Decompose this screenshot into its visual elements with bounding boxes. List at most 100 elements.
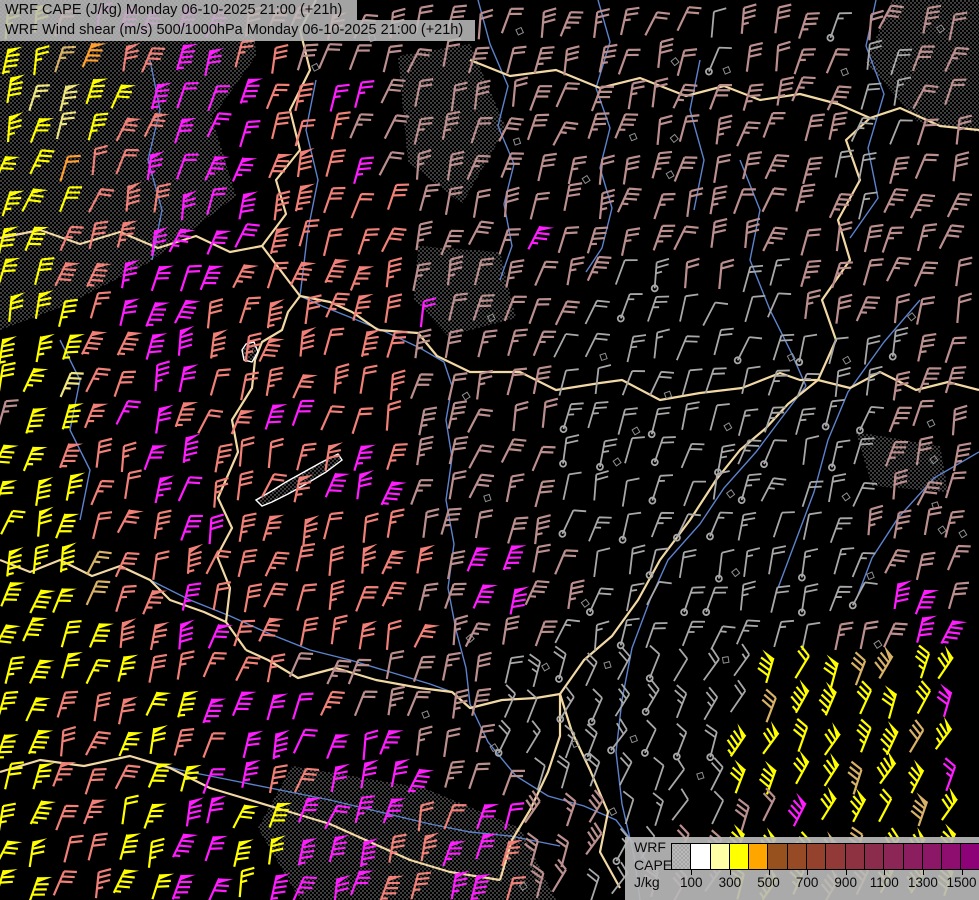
wind-barb <box>762 226 788 252</box>
wind-barb <box>145 691 172 716</box>
wind-barb <box>524 580 550 606</box>
wind-barb <box>22 446 48 472</box>
wind-barb <box>671 788 689 821</box>
wind-barb <box>736 619 761 645</box>
wind-barb <box>878 788 893 823</box>
wind-barb <box>0 509 26 535</box>
wind-barb <box>675 335 700 361</box>
wind-barb <box>502 769 526 796</box>
wind-barb <box>554 618 581 644</box>
wind-barb <box>362 512 379 543</box>
wind-barb <box>115 584 137 612</box>
wind-barb <box>563 182 583 212</box>
wind-barb <box>65 472 86 501</box>
wind-barb <box>587 688 603 726</box>
wind-barb <box>827 439 851 472</box>
wind-barb <box>25 696 51 722</box>
wind-barb <box>888 406 912 433</box>
wind-barb <box>593 547 611 578</box>
wind-barb <box>237 548 258 578</box>
wind-barb <box>441 651 461 681</box>
wind-barb <box>947 581 970 610</box>
legend-tick-label: 1500 <box>946 875 977 890</box>
wind-barb <box>916 223 938 252</box>
wind-barb <box>500 438 527 463</box>
wind-barb <box>292 692 314 720</box>
wind-barb <box>798 12 820 39</box>
legend-color-box <box>863 843 885 870</box>
wind-barb <box>117 696 139 725</box>
wind-barb <box>831 261 853 289</box>
wind-barb <box>154 360 171 392</box>
wind-barb <box>0 399 19 427</box>
wind-barb <box>318 43 343 69</box>
wrf-weather-map-screen: WRF CAPE (J/kg) Monday 06-10-2025 21:00 … <box>0 0 979 900</box>
wind-barb <box>265 366 284 396</box>
wind-barb <box>466 546 492 572</box>
wind-barb <box>647 295 670 322</box>
wind-barb <box>258 337 285 363</box>
wind-barb <box>0 444 19 469</box>
wind-barb <box>774 3 792 34</box>
wind-barb <box>616 293 643 323</box>
wind-barb <box>835 293 853 324</box>
wind-barb <box>889 156 910 185</box>
wind-barb <box>534 514 551 545</box>
wind-barb <box>558 509 587 538</box>
wind-barb <box>265 83 290 110</box>
wind-barb <box>468 444 495 469</box>
legend-color-box <box>825 843 846 870</box>
legend-color-box <box>844 843 865 870</box>
wind-barb <box>680 443 705 469</box>
legend-label-parameter: CAPE <box>634 856 673 873</box>
wind-barb <box>4 761 24 790</box>
wind-barb <box>0 624 21 649</box>
wind-barb <box>829 585 853 612</box>
wind-barb <box>114 764 141 790</box>
wind-barb <box>154 475 175 504</box>
wind-barb <box>915 296 936 325</box>
wind-barb <box>944 366 967 394</box>
wind-barb <box>767 292 792 318</box>
wind-barb <box>529 85 553 111</box>
wind-barb <box>936 683 953 718</box>
wind-barb <box>711 790 725 825</box>
wind-barb <box>541 397 559 428</box>
wind-barb <box>323 327 345 356</box>
wind-barb <box>555 82 580 108</box>
wind-barb <box>709 403 733 432</box>
wind-barb <box>829 517 853 544</box>
wind-barb <box>112 869 140 894</box>
wind-barb <box>772 511 795 538</box>
wind-barb <box>292 373 318 399</box>
wind-barb <box>593 620 610 651</box>
wind-barb <box>85 580 111 606</box>
wind-barb <box>851 552 876 581</box>
wind-barb <box>239 120 261 148</box>
wind-barb <box>656 114 679 145</box>
wind-barb <box>800 228 822 256</box>
wind-barb <box>852 482 878 507</box>
wind-barb <box>353 444 376 472</box>
wind-barb <box>503 186 520 218</box>
wind-barb <box>889 119 913 145</box>
wind-barb <box>185 797 204 827</box>
wind-barb <box>238 436 255 467</box>
wind-barb <box>267 437 284 469</box>
wind-barb <box>357 228 380 255</box>
wind-barb <box>264 551 290 577</box>
wind-barb <box>467 408 493 433</box>
wind-barb <box>915 680 931 715</box>
wind-barb <box>90 479 115 506</box>
wind-barb <box>28 876 53 900</box>
wind-barb <box>828 193 854 219</box>
wind-barb <box>558 368 579 396</box>
terrain-stipple-layer <box>0 0 979 900</box>
wind-barb <box>89 291 111 319</box>
wind-barb <box>292 728 318 754</box>
wind-barb <box>792 718 809 752</box>
wind-barb <box>795 183 816 212</box>
legend-tick-label: 500 <box>757 875 780 890</box>
wind-barb <box>58 443 84 469</box>
wind-barb <box>804 113 825 142</box>
